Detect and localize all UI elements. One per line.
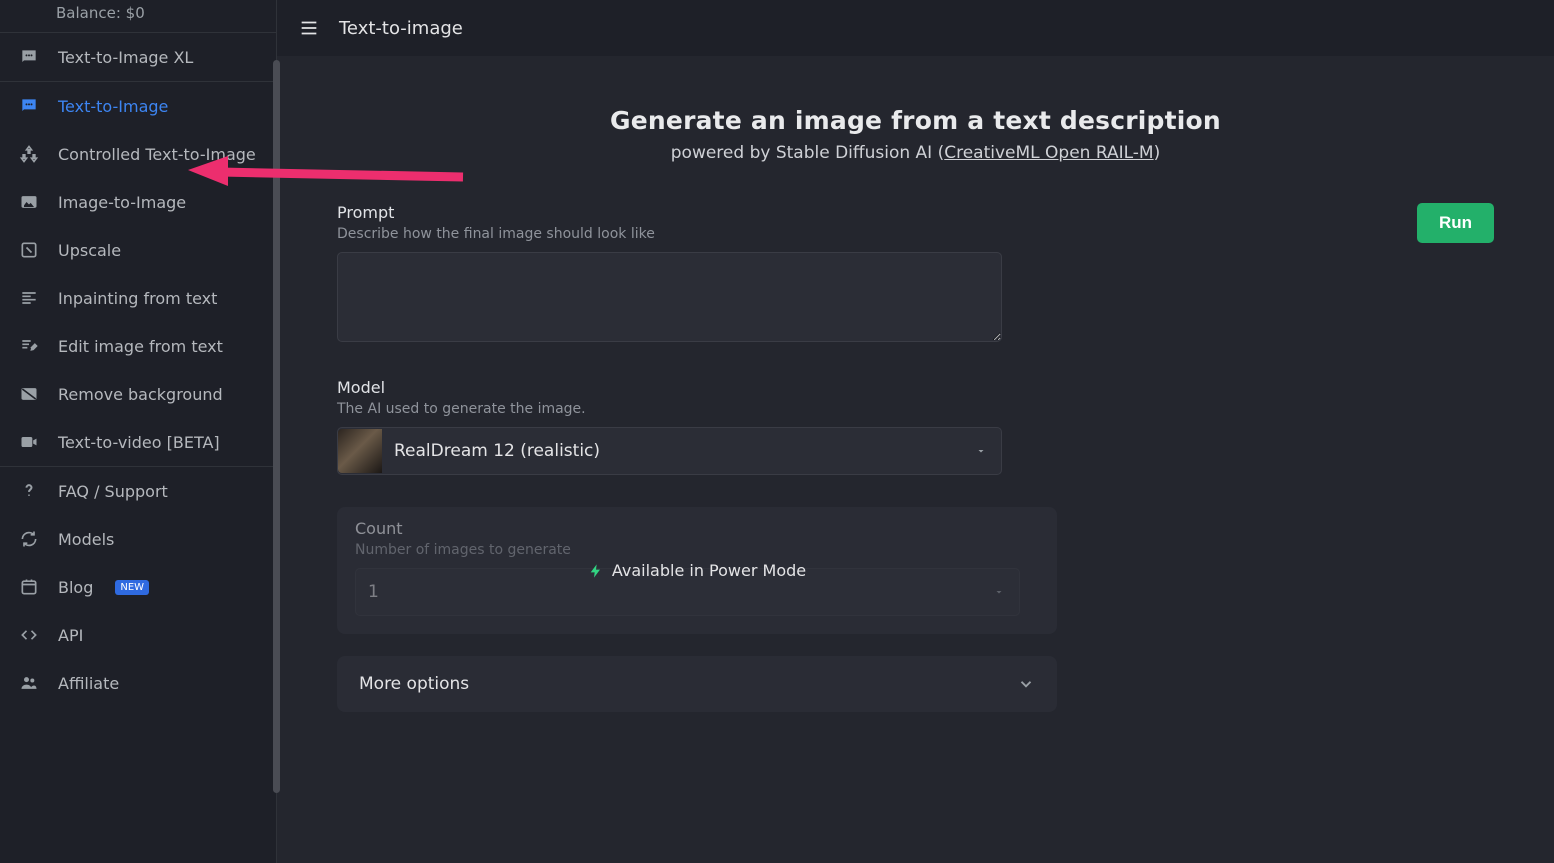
sidebar: Balance: $0 Text-to-Image XL Text-to-Ima… [0,0,277,863]
sidebar-item-text-to-video[interactable]: Text-to-video [BETA] [0,418,276,466]
sidebar-item-label: Inpainting from text [58,289,217,308]
chat-icon [18,46,40,68]
sidebar-item-inpainting[interactable]: Inpainting from text [0,274,276,322]
main: Text-to-image Generate an image from a t… [277,0,1554,863]
license-link[interactable]: CreativeML Open RAIL-M [944,143,1153,163]
sidebar-item-label: Affiliate [58,674,119,693]
sidebar-item-label: Models [58,530,114,549]
more-options[interactable]: More options [337,656,1057,712]
remove-bg-icon [18,383,40,405]
model-thumb [338,429,382,473]
count-select: 1 [355,568,1020,616]
chevron-down-icon [975,445,987,457]
balance-label: Balance: $0 [0,0,276,32]
prompt-label: Prompt [337,203,1057,222]
count-section: Count Number of images to generate 1 Ava… [337,507,1057,634]
model-label: Model [337,378,1057,397]
refresh-icon [18,528,40,550]
chevron-down-icon [993,586,1005,598]
model-selected: RealDream 12 (realistic) [394,441,600,461]
more-options-label: More options [359,674,469,694]
count-label: Count [355,519,1039,538]
chat-icon [18,95,40,117]
sidebar-item-label: FAQ / Support [58,482,168,501]
people-icon [18,672,40,694]
sidebar-item-label: Remove background [58,385,223,404]
sliders-icon [18,143,40,165]
code-icon [18,624,40,646]
count-sublabel: Number of images to generate [355,542,1039,558]
hamburger-icon[interactable] [297,16,321,40]
heading-sub-suffix: ) [1154,143,1161,163]
page-title: Text-to-image [339,18,463,39]
heading: Generate an image from a text descriptio… [337,106,1494,163]
sidebar-item-label: Text-to-Image [58,97,168,116]
sidebar-item-text-to-image[interactable]: Text-to-Image [0,82,276,130]
sidebar-item-models[interactable]: Models [0,515,276,563]
sidebar-item-label: Controlled Text-to-Image [58,145,256,164]
heading-title: Generate an image from a text descriptio… [337,106,1494,135]
model-sublabel: The AI used to generate the image. [337,401,1057,417]
sidebar-item-label: Upscale [58,241,121,260]
sidebar-item-label: Image-to-Image [58,193,186,212]
heading-sub: powered by Stable Diffusion AI (Creative… [337,143,1494,163]
expand-icon [18,239,40,261]
sidebar-item-blog[interactable]: Blog NEW [0,563,276,611]
count-selected: 1 [368,582,379,602]
sidebar-item-api[interactable]: API [0,611,276,659]
sidebar-item-faq[interactable]: FAQ / Support [0,467,276,515]
form-column: Prompt Describe how the final image shou… [337,203,1057,712]
video-icon [18,431,40,453]
model-select[interactable]: RealDream 12 (realistic) [337,427,1002,475]
sidebar-item-controlled[interactable]: Controlled Text-to-Image [0,130,276,178]
edit-icon [18,335,40,357]
heading-sub-prefix: powered by Stable Diffusion AI ( [671,143,944,163]
prompt-input[interactable] [337,252,1002,342]
topbar: Text-to-image [277,0,1554,56]
content: Generate an image from a text descriptio… [277,56,1554,752]
image-icon [18,191,40,213]
sidebar-item-remove-bg[interactable]: Remove background [0,370,276,418]
sidebar-item-label: Text-to-Image XL [58,48,193,67]
new-badge: NEW [115,580,149,595]
calendar-icon [18,576,40,598]
sidebar-item-affiliate[interactable]: Affiliate [0,659,276,707]
sidebar-item-label: Edit image from text [58,337,223,356]
lines-icon [18,287,40,309]
sidebar-item-label: API [58,626,83,645]
sidebar-item-text-to-image-xl[interactable]: Text-to-Image XL [0,33,276,81]
prompt-sublabel: Describe how the final image should look… [337,226,1057,242]
chevron-down-icon [1017,675,1035,693]
run-button[interactable]: Run [1417,203,1494,243]
sidebar-item-edit-image[interactable]: Edit image from text [0,322,276,370]
sidebar-item-label: Blog [58,578,93,597]
question-icon [18,480,40,502]
sidebar-item-image-to-image[interactable]: Image-to-Image [0,178,276,226]
sidebar-item-label: Text-to-video [BETA] [58,433,220,452]
sidebar-item-upscale[interactable]: Upscale [0,226,276,274]
